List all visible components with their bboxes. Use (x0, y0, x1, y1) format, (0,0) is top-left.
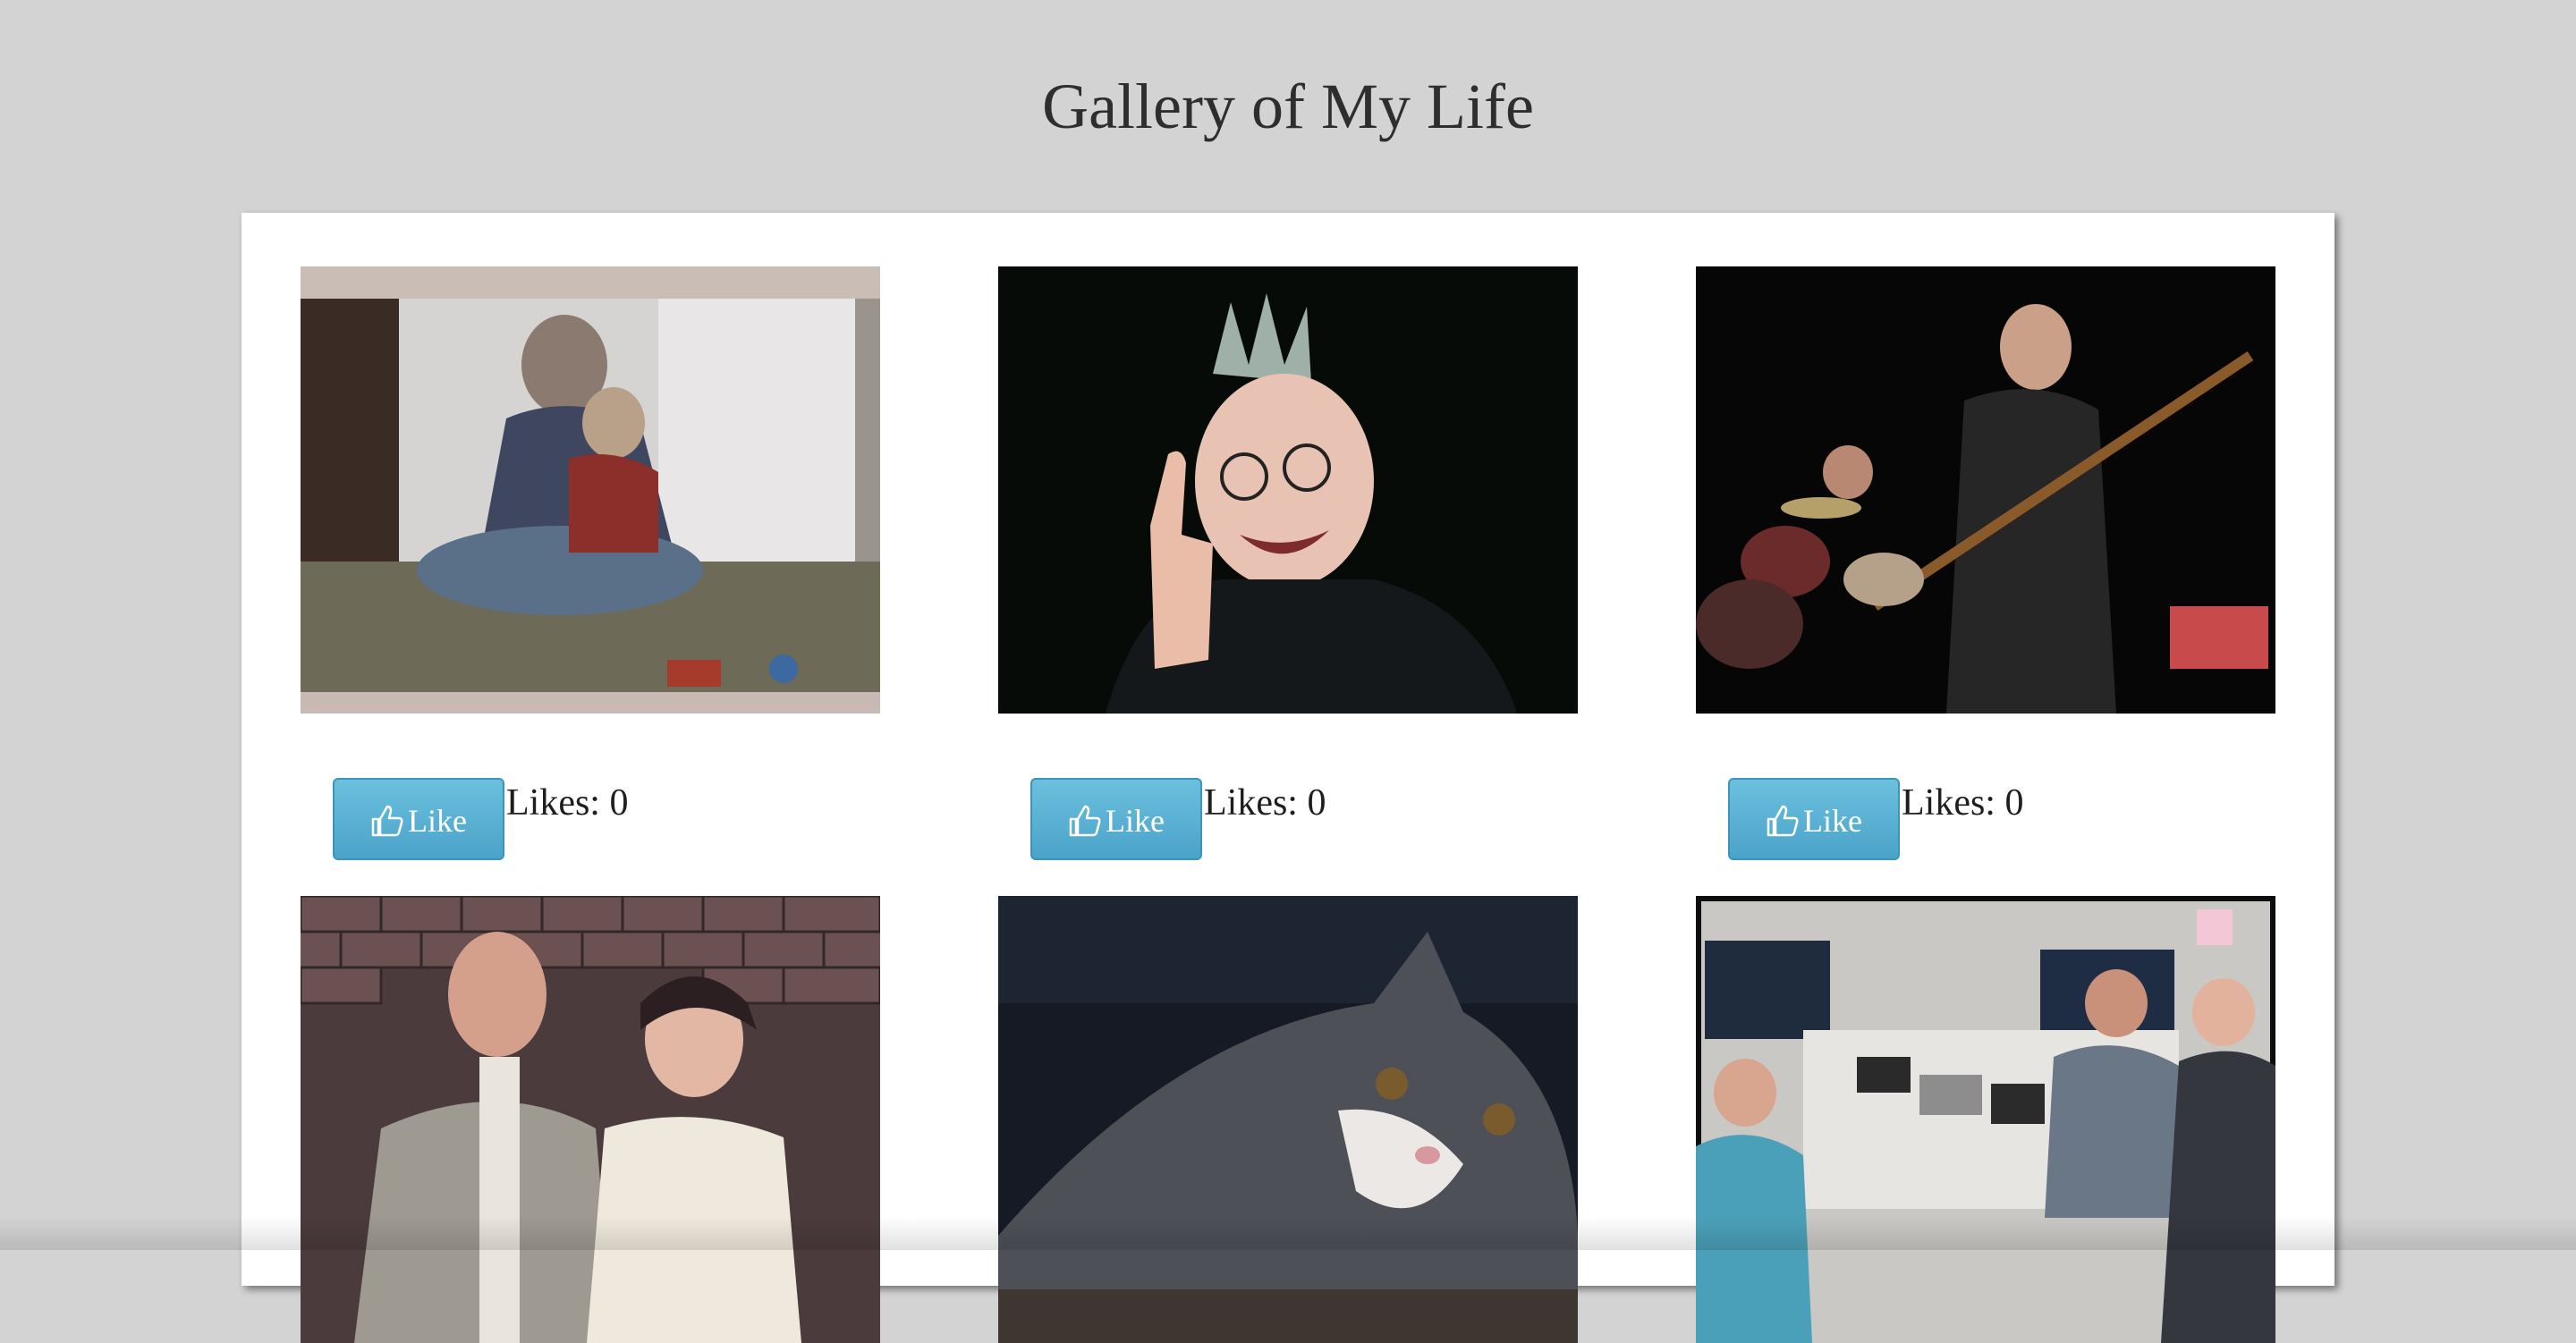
likes-count: Likes: 0 (1204, 782, 1326, 824)
like-label: Like (1106, 803, 1165, 839)
thumbs-up-icon (371, 805, 403, 837)
like-button[interactable]: Like (333, 778, 504, 860)
page-header: Gallery of My Life (0, 0, 2576, 213)
wedding-couple-photo[interactable] (301, 896, 880, 1343)
coding-team-photo[interactable] (1696, 896, 2275, 1343)
father-and-toddler-photo[interactable] (301, 266, 880, 714)
like-row: Like Likes: 0 (333, 778, 628, 860)
thumbs-up-icon (1767, 805, 1799, 837)
like-row: Like Likes: 0 (1030, 778, 1326, 860)
like-label: Like (408, 803, 467, 839)
mohawk-thumbs-up-photo[interactable] (998, 266, 1578, 714)
like-button[interactable]: Like (1030, 778, 1202, 860)
thumbs-up-icon (1069, 805, 1101, 837)
like-label: Like (1803, 803, 1862, 839)
like-row: Like Likes: 0 (1728, 778, 2023, 860)
bass-guitar-band-photo[interactable] (1696, 266, 2275, 714)
likes-count: Likes: 0 (1902, 782, 2024, 824)
gallery-panel: Like Likes: 0 Like Likes: 0 Like Likes: … (242, 213, 2334, 1343)
page-title: Gallery of My Life (1042, 70, 1534, 142)
likes-count: Likes: 0 (506, 782, 629, 824)
gray-cat-photo[interactable] (998, 896, 1578, 1343)
like-button[interactable]: Like (1728, 778, 1900, 860)
